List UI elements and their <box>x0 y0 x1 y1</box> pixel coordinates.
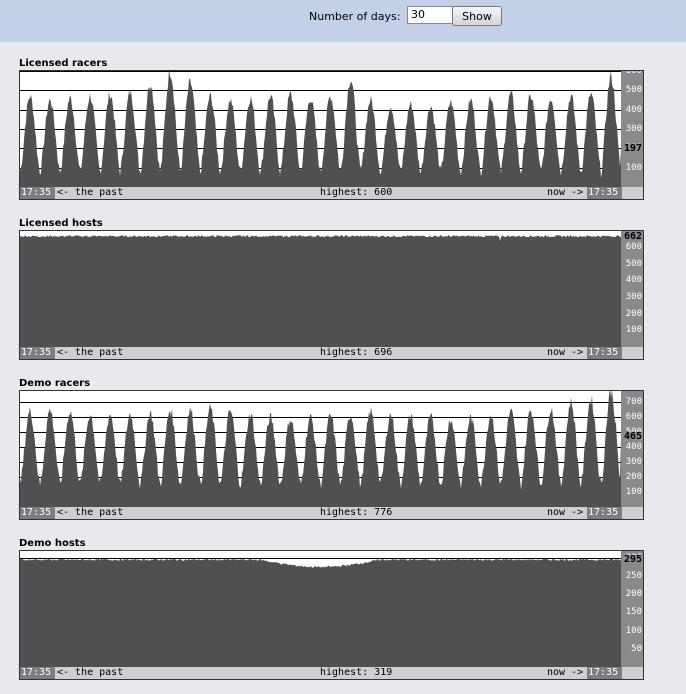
now-label: now -> <box>547 667 584 678</box>
now-label: now -> <box>547 187 584 198</box>
series-area <box>20 391 621 507</box>
y-tick-label: 100 <box>625 162 642 173</box>
past-label: <- the past <box>57 507 124 518</box>
graph-section: Licensed hosts 100 200 300 400 500 600 662 17:35… <box>19 218 644 362</box>
y-tick-label: 300 <box>625 457 642 468</box>
end-time: 17:35 <box>587 187 622 199</box>
series-area <box>20 558 621 667</box>
graph-footer: 17:35 <- the past highest: 319 now -> 17:35 <box>20 667 643 679</box>
series-area <box>20 235 621 347</box>
graph-title: Licensed hosts <box>19 218 103 229</box>
current-value-label: 197 <box>623 142 642 154</box>
graph-footer: 17:35 <- the past highest: 600 now -> 17:35 <box>20 187 643 199</box>
highest-label: highest: 600 <box>320 187 393 198</box>
graph-footer: 17:35 <- the past highest: 696 now -> 17:35 <box>20 347 643 359</box>
days-input[interactable] <box>407 6 453 24</box>
highest-label: highest: 776 <box>320 507 393 518</box>
graph-box: 10020030040050060070046517:35<- the past… <box>19 390 644 520</box>
start-time: 17:35 <box>20 347 55 359</box>
graph-box: 100 200 300 400 500 600 662 17:35 <- the past hig… <box>19 230 644 360</box>
graph-title: Licensed racers <box>19 58 108 69</box>
y-tick-label: 300 <box>625 124 642 134</box>
graph-section: Demo racers10020030040050060070046517:35… <box>19 378 644 522</box>
y-tick-label: 600 <box>625 412 642 423</box>
start-time: 17:35 <box>20 667 55 679</box>
y-tick-label: 500 <box>625 258 642 269</box>
highest-label: highest: 319 <box>320 667 393 678</box>
y-tick-label: 150 <box>625 607 642 618</box>
graph-title: Demo racers <box>19 378 91 389</box>
y-scale: 50100150200250300295 <box>621 551 643 667</box>
start-time: 17:35 <box>20 507 55 519</box>
y-tick-label: 400 <box>625 442 642 453</box>
graph-box: 10020030040050060019717:35<- the pasthig… <box>19 70 644 200</box>
y-tick-label: 100 <box>625 625 642 636</box>
current-value-label: 295 <box>623 553 642 565</box>
y-tick-label: 50 <box>631 643 642 654</box>
now-label: now -> <box>547 507 584 518</box>
graph-box: 5010015020025030029517:35<- the pasthigh… <box>19 550 644 680</box>
y-tick-label: 300 <box>625 292 642 302</box>
past-label: <- the past <box>57 667 124 678</box>
graph-title: Demo hosts <box>19 538 86 549</box>
past-label: <- the past <box>57 347 124 358</box>
y-scale: 100200300400500600700465 <box>621 391 643 507</box>
y-tick-label: 100 <box>625 487 642 498</box>
y-tick-label: 400 <box>625 275 642 286</box>
y-tick-label: 600 <box>625 70 642 76</box>
highest-label: highest: 696 <box>320 347 393 358</box>
y-tick-label: 500 <box>625 85 642 96</box>
area-chart <box>20 235 621 347</box>
y-tick-label: 700 <box>625 397 642 408</box>
current-value-label: 465 <box>623 431 642 443</box>
current-value-label: 662 <box>623 230 642 242</box>
y-tick-label: 600 <box>625 242 642 252</box>
end-time: 17:35 <box>587 507 622 519</box>
y-scale: 100200300400500600197 <box>621 71 643 187</box>
days-label: Number of days: <box>309 10 401 23</box>
end-time: 17:35 <box>587 667 622 679</box>
y-tick-label: 250 <box>625 571 642 582</box>
start-time: 17:35 <box>20 187 55 199</box>
area-chart <box>20 558 621 667</box>
area-chart <box>20 71 621 187</box>
y-tick-label: 200 <box>625 308 642 319</box>
y-tick-label: 200 <box>625 589 642 600</box>
graph-section: Demo hosts5010015020025030029517:35<- th… <box>19 538 644 682</box>
past-label: <- the past <box>57 187 124 198</box>
y-tick-label: 100 <box>625 325 642 336</box>
y-tick-label: 200 <box>625 472 642 483</box>
graph-section: Licensed racers10020030040050060019717:3… <box>19 58 644 202</box>
area-chart <box>20 391 621 507</box>
show-button[interactable]: Show <box>452 6 502 26</box>
graph-footer: 17:35 <- the past highest: 776 now -> 17:35 <box>20 507 643 519</box>
y-scale: 100 200 300 400 500 600 662 <box>621 231 643 347</box>
top-bar: Number of days: Show <box>0 0 686 42</box>
y-tick-label: 400 <box>625 104 642 115</box>
now-label: now -> <box>547 347 584 358</box>
end-time: 17:35 <box>587 347 622 359</box>
